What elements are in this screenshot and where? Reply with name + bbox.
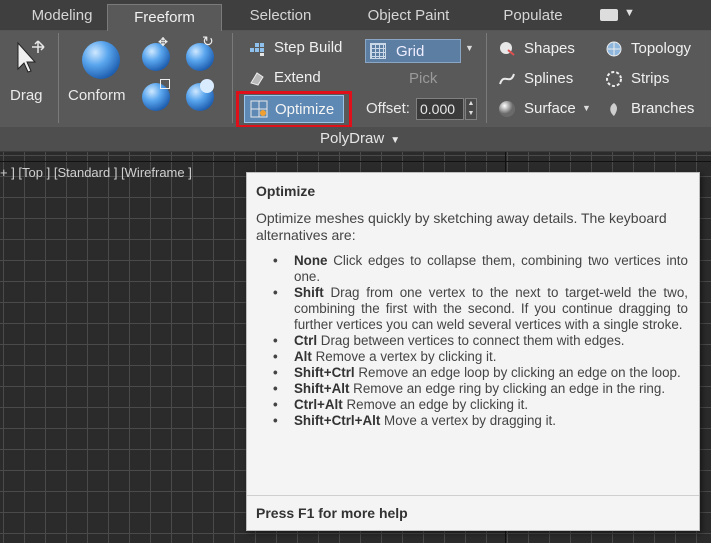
- extend-label: Extend: [274, 69, 321, 86]
- surface-sphere-icon: [499, 101, 515, 117]
- topology-label: Topology: [631, 40, 692, 57]
- separator: [58, 33, 59, 123]
- ribbon-panel: Drag Conform ✥ ↻ Step Build Extend Grid …: [0, 31, 711, 128]
- offset-input[interactable]: 0.000: [416, 98, 464, 120]
- rotate-arrow-icon: ↻: [202, 33, 214, 49]
- shapes-button[interactable]: Shapes: [498, 38, 588, 60]
- extend-button[interactable]: Extend: [248, 67, 358, 89]
- optimize-tooltip: Optimize Optimize meshes quickly by sket…: [246, 172, 700, 531]
- list-item: • Shift+Ctrl Remove an edge loop by click…: [273, 365, 681, 380]
- separator: [232, 33, 233, 123]
- conform-button[interactable]: Conform: [66, 37, 136, 107]
- pick-button[interactable]: Pick: [409, 70, 437, 87]
- step-build-icon: [250, 43, 264, 56]
- tooltip-title: Optimize: [256, 183, 316, 199]
- offset-label: Offset:: [366, 100, 410, 117]
- shapes-label: Shapes: [524, 40, 575, 57]
- surface-dropdown[interactable]: Surface ▼: [498, 98, 598, 120]
- chevron-down-icon[interactable]: ▼: [465, 43, 474, 53]
- list-item: • Ctrl Drag between vertices to connect t…: [273, 333, 625, 348]
- strips-label: Strips: [631, 70, 670, 87]
- scale-box-icon: [160, 79, 170, 89]
- list-item: • Alt Remove a vertex by clicking it.: [273, 349, 497, 364]
- step-build-label: Step Build: [274, 39, 343, 56]
- chevron-down-icon: ▼: [624, 7, 635, 19]
- splines-icon: [499, 73, 515, 85]
- grid-axis-horizontal: [0, 161, 711, 162]
- ribbon-options-menu[interactable]: ▼: [600, 7, 635, 22]
- separator: [486, 33, 487, 123]
- conform-relax-button[interactable]: [184, 77, 220, 113]
- tab-populate[interactable]: Populate: [488, 3, 578, 30]
- grid-label: Grid: [396, 43, 425, 60]
- tab-object-paint[interactable]: Object Paint: [352, 3, 465, 30]
- ribbon-minimize-icon: [600, 9, 618, 21]
- conform-label: Conform: [68, 87, 126, 104]
- surface-label: Surface: [524, 100, 576, 117]
- conform-move-button[interactable]: ✥: [140, 35, 176, 71]
- offset-spinner[interactable]: ▲ ▼: [465, 98, 477, 120]
- list-item: • Shift+Alt Remove an edge ring by clicki…: [273, 381, 666, 396]
- strips-button[interactable]: Strips: [605, 68, 705, 90]
- topology-button[interactable]: Topology: [605, 38, 711, 60]
- list-item: • Shift+Ctrl+Alt Move a vertex by draggin…: [273, 413, 556, 428]
- tooltip-divider: [247, 495, 699, 496]
- chevron-down-icon: ▼: [582, 103, 591, 113]
- grid-icon: [370, 43, 386, 59]
- list-item: • Ctrl+Alt Remove an edge by clicking it.: [273, 397, 529, 412]
- step-build-button[interactable]: Step Build: [248, 37, 358, 59]
- topology-icon: [606, 41, 622, 57]
- drag-label: Drag: [10, 87, 43, 104]
- relax-blob-icon: [200, 79, 214, 93]
- branches-icon: [610, 103, 617, 116]
- chevron-down-icon: ▼: [390, 135, 401, 146]
- splines-button[interactable]: Splines: [498, 68, 588, 90]
- shapes-icon: [500, 42, 515, 56]
- branches-button[interactable]: Branches: [605, 98, 705, 120]
- optimize-label: Optimize: [275, 101, 335, 118]
- tab-modeling[interactable]: Modeling: [14, 3, 110, 30]
- polydraw-label: PolyDraw: [320, 130, 385, 147]
- move-arrows-icon: ✥: [158, 35, 169, 49]
- tooltip-help-hint: Press F1 for more help: [256, 505, 408, 521]
- conform-scale-button[interactable]: [140, 77, 176, 113]
- drag-cursor-icon: [17, 40, 45, 73]
- branches-label: Branches: [631, 100, 695, 117]
- list-item: • None Click edges to collapse them, comb…: [273, 253, 688, 284]
- list-item: • Shift Drag from one vertex to the next …: [273, 285, 688, 332]
- drag-button[interactable]: Drag: [8, 37, 48, 107]
- conform-rotate-button[interactable]: ↻: [184, 33, 220, 71]
- tooltip-shortcut-list: • None Click edges to collapse them, comb…: [256, 253, 688, 429]
- ribbon-footer: PolyDraw ▼: [0, 127, 711, 152]
- tab-selection[interactable]: Selection: [233, 3, 328, 30]
- grid-dropdown[interactable]: Grid: [365, 39, 461, 63]
- conform-sphere-icon: [82, 41, 120, 79]
- optimize-button[interactable]: Optimize: [244, 95, 344, 123]
- tab-freeform[interactable]: Freeform: [107, 4, 222, 31]
- ribbon-tab-bar: Modeling Freeform Selection Object Paint…: [0, 0, 711, 31]
- polydraw-panel-button[interactable]: PolyDraw ▼: [320, 130, 400, 147]
- strips-icon: [606, 71, 622, 87]
- tooltip-description: Optimize meshes quickly by sketching awa…: [256, 210, 667, 243]
- viewport-label-menu[interactable]: + ] [Top ] [Standard ] [Wireframe ]: [0, 165, 192, 180]
- splines-label: Splines: [524, 70, 574, 87]
- optimize-icon: [250, 100, 268, 118]
- extend-icon: [250, 72, 264, 86]
